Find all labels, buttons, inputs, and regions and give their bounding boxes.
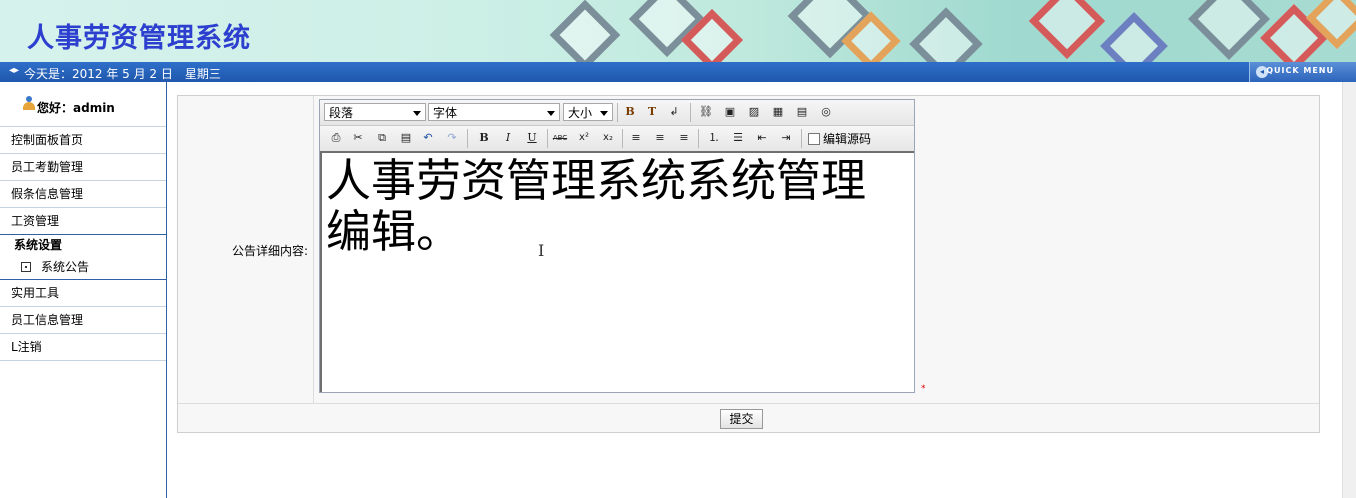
nav-group-bottom: 实用工具 员工信息管理 L注销 bbox=[0, 279, 166, 361]
header-banner: 人事劳资管理系统 bbox=[0, 0, 1356, 62]
label-cell: 公告详细内容: bbox=[178, 96, 314, 403]
quick-menu-button[interactable]: ◂ QUICK MENU bbox=[1249, 62, 1356, 82]
banner-decoration bbox=[909, 7, 983, 62]
line-break-icon[interactable]: ↲ bbox=[666, 104, 682, 120]
nav-item-attendance[interactable]: 员工考勤管理 bbox=[0, 154, 166, 181]
banner-decoration bbox=[1028, 0, 1106, 60]
editor-content-text: 人事劳资管理系统系统管理编辑。 bbox=[326, 154, 867, 258]
unordered-list-icon[interactable]: ☰ bbox=[730, 130, 746, 146]
user-greeting: 您好：admin bbox=[0, 82, 166, 127]
text-color-icon[interactable]: B bbox=[622, 104, 638, 120]
quick-menu-label: QUICK MENU bbox=[1266, 66, 1334, 75]
edit-source-checkbox[interactable] bbox=[808, 132, 820, 145]
date-text: 今天是：2012 年 5 月 2 日 星期三 bbox=[24, 67, 221, 81]
redo-icon[interactable]: ↷ bbox=[444, 130, 460, 146]
flash-icon[interactable]: ◎ bbox=[818, 104, 834, 120]
form-panel: 公告详细内容: 段落 字体 大小 B T ↲ ⛓ ▣ ▨ ▦ ▤ ◎ ⎙ ✂ ⧉… bbox=[177, 95, 1320, 433]
font-select[interactable]: 字体 bbox=[428, 103, 560, 121]
toolbar-separator bbox=[622, 129, 623, 148]
submit-button[interactable]: 提交 bbox=[720, 409, 763, 429]
paste-icon[interactable]: ▤ bbox=[398, 130, 414, 146]
subitem-label: 系统公告 bbox=[41, 260, 90, 274]
outdent-icon[interactable]: ⇤ bbox=[754, 130, 770, 146]
content-label: 公告详细内容: bbox=[231, 244, 308, 258]
greeting-text: 您好：admin bbox=[37, 101, 115, 115]
nav-item-leave[interactable]: 假条信息管理 bbox=[0, 181, 166, 208]
paragraph-select[interactable]: 段落 bbox=[324, 103, 426, 121]
required-mark: * bbox=[921, 384, 926, 394]
strikethrough-icon[interactable]: ABC bbox=[552, 130, 568, 146]
image-icon[interactable]: ▣ bbox=[722, 104, 738, 120]
edit-source-label: 编辑源码 bbox=[823, 132, 872, 146]
link-icon[interactable]: ⛓ bbox=[698, 104, 714, 120]
align-center-icon[interactable]: ≡ bbox=[652, 130, 668, 146]
nav-subitem-announcement[interactable]: 系统公告 bbox=[0, 255, 166, 279]
editor-toolbar-row-1: 段落 字体 大小 B T ↲ ⛓ ▣ ▨ ▦ ▤ ◎ bbox=[320, 100, 914, 126]
app-title: 人事劳资管理系统 bbox=[27, 23, 251, 54]
user-icon bbox=[23, 96, 35, 110]
horizontal-rule-icon[interactable]: ▤ bbox=[794, 104, 810, 120]
preview-icon[interactable]: ⎙ bbox=[328, 130, 344, 146]
ordered-list-icon[interactable]: ⒈ bbox=[706, 130, 722, 146]
undo-icon[interactable]: ↶ bbox=[420, 130, 436, 146]
row-divider bbox=[178, 403, 1319, 404]
toolbar-separator bbox=[690, 103, 691, 122]
align-right-icon[interactable]: ≡ bbox=[676, 130, 692, 146]
nav-group-top: 控制面板首页 员工考勤管理 假条信息管理 工资管理 bbox=[0, 127, 166, 235]
nav-item-dashboard[interactable]: 控制面板首页 bbox=[0, 127, 166, 154]
nav-section-system-settings[interactable]: 系统设置 bbox=[0, 235, 166, 255]
text-cursor-icon: I bbox=[538, 241, 545, 260]
superscript-icon[interactable]: x² bbox=[576, 130, 592, 146]
picture-icon[interactable]: ▨ bbox=[746, 104, 762, 120]
date-bar: ◂▸ 今天是：2012 年 5 月 2 日 星期三 ◂ QUICK MENU bbox=[0, 62, 1356, 82]
nav-item-logout[interactable]: L注销 bbox=[0, 334, 166, 361]
editor-content-area[interactable]: 人事劳资管理系统系统管理编辑。 I bbox=[320, 151, 914, 392]
cut-icon[interactable]: ✂ bbox=[350, 130, 366, 146]
bold-icon[interactable]: B bbox=[476, 130, 492, 146]
nav-item-employee-info[interactable]: 员工信息管理 bbox=[0, 307, 166, 334]
sidebar: 您好：admin 控制面板首页 员工考勤管理 假条信息管理 工资管理 系统设置 … bbox=[0, 82, 167, 498]
size-select[interactable]: 大小 bbox=[563, 103, 613, 121]
italic-icon[interactable]: I bbox=[500, 130, 516, 146]
banner-decoration bbox=[549, 0, 621, 62]
underline-icon[interactable]: U bbox=[524, 130, 540, 146]
subscript-icon[interactable]: x₂ bbox=[600, 130, 616, 146]
copy-icon[interactable]: ⧉ bbox=[374, 130, 390, 146]
toolbar-separator bbox=[801, 129, 802, 148]
background-color-icon[interactable]: T bbox=[644, 104, 660, 120]
table-icon[interactable]: ▦ bbox=[770, 104, 786, 120]
toolbar-separator bbox=[617, 103, 618, 122]
toolbar-separator bbox=[698, 129, 699, 148]
nav-item-salary[interactable]: 工资管理 bbox=[0, 208, 166, 234]
toolbar-separator bbox=[467, 129, 468, 148]
indent-icon[interactable]: ⇥ bbox=[778, 130, 794, 146]
align-left-icon[interactable]: ≡ bbox=[628, 130, 644, 146]
bullet-icon bbox=[21, 261, 31, 272]
edit-source-toggle[interactable]: 编辑源码 bbox=[808, 130, 871, 147]
page-scrollbar[interactable] bbox=[1342, 82, 1356, 498]
nav-item-tools[interactable]: 实用工具 bbox=[0, 280, 166, 307]
arrows-icon: ◂▸ bbox=[9, 65, 20, 76]
banner-decoration bbox=[1100, 12, 1168, 62]
rich-text-editor: 段落 字体 大小 B T ↲ ⛓ ▣ ▨ ▦ ▤ ◎ ⎙ ✂ ⧉ ▤ ↶ ↷ B… bbox=[319, 99, 915, 393]
banner-decoration bbox=[1187, 0, 1271, 61]
toolbar-separator bbox=[547, 129, 548, 148]
editor-toolbar-row-2: ⎙ ✂ ⧉ ▤ ↶ ↷ B I U ABC x² x₂ ≡ ≡ ≡ ⒈ ☰ ⇤ … bbox=[320, 126, 914, 152]
